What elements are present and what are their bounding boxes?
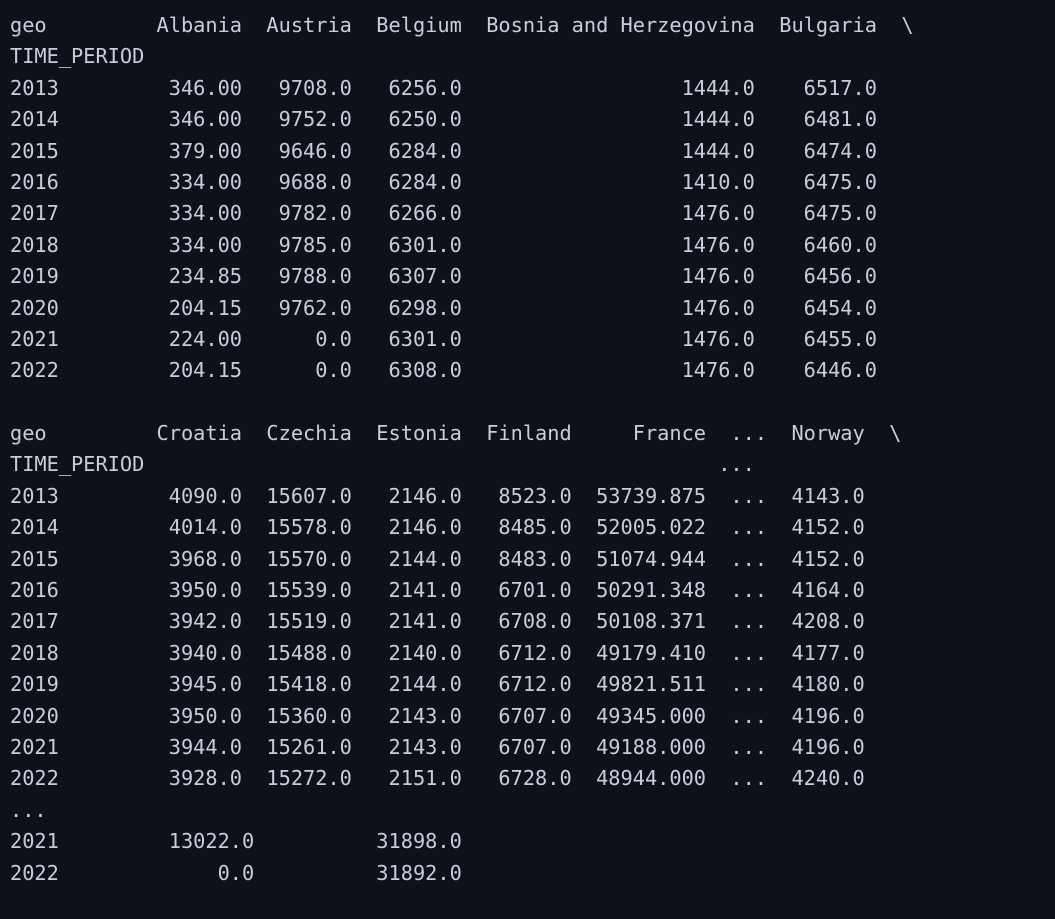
output-line: 2021 3944.0 15261.0 2143.0 6707.0 49188.… — [10, 734, 865, 759]
output-line: 2019 3945.0 15418.0 2144.0 6712.0 49821.… — [10, 672, 865, 697]
terminal-output[interactable]: geo Albania Austria Belgium Bosnia and H… — [0, 0, 1055, 919]
output-line: geo Croatia Czechia Estonia Finland Fran… — [10, 421, 902, 446]
output-line: TIME_PERIOD ... — [10, 452, 755, 477]
output-line: 2022 204.15 0.0 6308.0 1476.0 6446.0 — [10, 358, 877, 383]
output-line: 2021 13022.0 31898.0 — [10, 829, 462, 854]
output-line: TIME_PERIOD — [10, 44, 145, 69]
output-line: 2014 346.00 9752.0 6250.0 1444.0 6481.0 — [10, 107, 877, 132]
output-line: 2020 3950.0 15360.0 2143.0 6707.0 49345.… — [10, 703, 865, 728]
output-line: 2013 346.00 9708.0 6256.0 1444.0 6517.0 — [10, 75, 877, 100]
output-line: 2017 3942.0 15519.0 2141.0 6708.0 50108.… — [10, 609, 865, 634]
output-line: 2020 204.15 9762.0 6298.0 1476.0 6454.0 — [10, 295, 877, 320]
output-line: 2021 224.00 0.0 6301.0 1476.0 6455.0 — [10, 326, 877, 351]
output-line: 2019 234.85 9788.0 6307.0 1476.0 6456.0 — [10, 264, 877, 289]
output-line: 2022 3928.0 15272.0 2151.0 6728.0 48944.… — [10, 766, 865, 791]
output-line: 2017 334.00 9782.0 6266.0 1476.0 6475.0 — [10, 201, 877, 226]
output-line: 2014 4014.0 15578.0 2146.0 8485.0 52005.… — [10, 515, 865, 540]
output-line: 2022 0.0 31892.0 — [10, 860, 462, 885]
output-line: 2016 334.00 9688.0 6284.0 1410.0 6475.0 — [10, 169, 877, 194]
output-line: 2015 379.00 9646.0 6284.0 1444.0 6474.0 — [10, 138, 877, 163]
output-line: 2018 334.00 9785.0 6301.0 1476.0 6460.0 — [10, 232, 877, 257]
output-line: 2016 3950.0 15539.0 2141.0 6701.0 50291.… — [10, 578, 865, 603]
output-line: 2018 3940.0 15488.0 2140.0 6712.0 49179.… — [10, 640, 865, 665]
output-line: 2015 3968.0 15570.0 2144.0 8483.0 51074.… — [10, 546, 865, 571]
output-line: ... — [10, 797, 47, 822]
output-line: 2013 4090.0 15607.0 2146.0 8523.0 53739.… — [10, 483, 865, 508]
output-line: geo Albania Austria Belgium Bosnia and H… — [10, 13, 914, 37]
